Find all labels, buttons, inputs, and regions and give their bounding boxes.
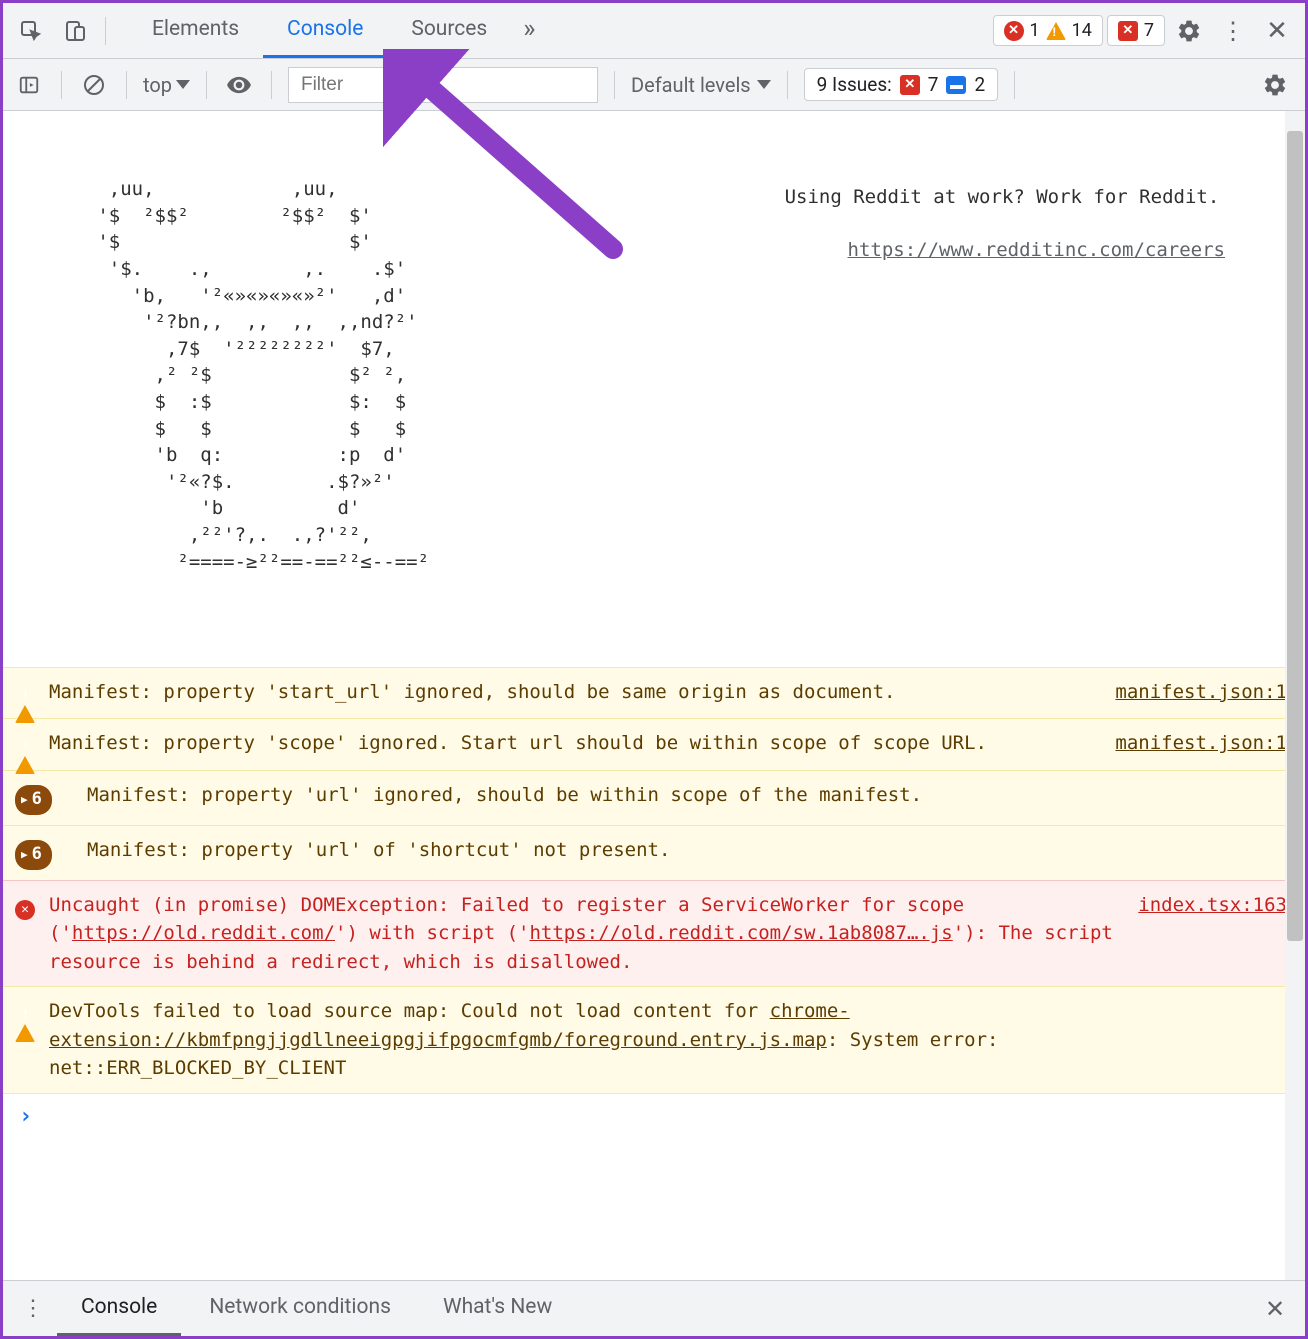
console-prompt[interactable]: › [3,1093,1305,1139]
divider [787,71,788,99]
reddit-careers-link[interactable]: https://www.redditinc.com/careers [848,239,1226,261]
reddit-careers-message: Using Reddit at work? Work for Reddit. h… [779,131,1225,291]
console-toolbar: top Default levels 9 Issues: ✕ 7 ▬ 2 [3,59,1305,111]
kebab-menu-icon[interactable]: ⋮ [1213,11,1253,51]
divider [614,71,615,99]
log-message: DevTools failed to load source map: Coul… [49,997,1287,1083]
tab-console[interactable]: Console [263,3,387,58]
scrollbar-track[interactable] [1285,111,1305,1280]
log-levels-selector[interactable]: Default levels [631,73,771,97]
issues-button[interactable]: 9 Issues: ✕ 7 ▬ 2 [804,68,999,101]
repeat-count-badge[interactable]: 6 [15,840,52,870]
source-link[interactable]: manifest.json:1 [1115,678,1287,709]
divider [271,71,272,99]
log-message: Manifest: property 'url' ignored, should… [87,781,1287,815]
clear-console-icon[interactable] [78,69,110,101]
context-label: top [143,73,172,97]
scrollbar-thumb[interactable] [1287,131,1303,941]
log-warning-row: 6 Manifest: property 'url' ignored, shou… [3,770,1305,825]
scope-link[interactable]: https://old.reddit.com/ [72,922,335,944]
warning-count: 14 [1072,20,1092,41]
settings-icon[interactable] [1169,11,1209,51]
warning-icon [15,734,35,774]
log-warning-row: Manifest: property 'scope' ignored. Star… [3,718,1305,770]
warning-icon [1046,22,1066,40]
sidebar-toggle-icon[interactable] [13,69,45,101]
source-link[interactable]: index.tsx:163 [1138,891,1287,977]
drawer-tab-whats-new[interactable]: What's New [419,1281,576,1336]
error-count: 1 [1030,20,1040,41]
live-expression-icon[interactable] [223,69,255,101]
chevron-down-icon [176,80,190,89]
warning-icon [15,683,35,723]
drawer-tab-network-conditions[interactable]: Network conditions [185,1281,415,1336]
reddit-msg-line1: Using Reddit at work? Work for Reddit. [779,184,1225,211]
log-warning-row: Manifest: property 'start_url' ignored, … [3,667,1305,719]
close-icon[interactable]: ✕ [1257,11,1297,51]
log-warning-row: DevTools failed to load source map: Coul… [3,986,1305,1093]
drawer-close-icon[interactable]: ✕ [1255,1289,1295,1329]
ascii-art-log: ,uu, ,uu, '$ ²$$² ²$$² $' '$ $' '$. ., ,… [3,111,1305,667]
error-icon: ✕ [1118,21,1138,41]
message-icon: ▬ [946,76,966,94]
issues-msg-count: 2 [974,73,985,96]
drawer-menu-icon[interactable]: ⋮ [13,1289,53,1329]
console-body: ,uu, ,uu, '$ ²$$² ²$$² $' '$ $' '$. ., ,… [3,111,1305,1280]
divider [126,71,127,99]
chevron-down-icon [757,80,771,89]
filter-input[interactable] [288,67,598,103]
script-link[interactable]: https://old.reddit.com/sw.1ab8087….js [529,922,952,944]
log-warning-row: 6 Manifest: property 'url' of 'shortcut'… [3,825,1305,880]
prompt-arrow-icon: › [19,1104,32,1129]
drawer-tab-console[interactable]: Console [57,1281,181,1336]
console-settings-icon[interactable] [1255,65,1295,105]
log-message: Manifest: property 'scope' ignored. Star… [49,729,1099,760]
devtools-top-toolbar: Elements Console Sources » ✕ 1 14 ✕ 7 ⋮ … [3,3,1305,59]
error-icon: ✕ [1004,21,1024,41]
levels-label: Default levels [631,73,751,97]
tab-more[interactable]: » [511,3,547,58]
context-selector[interactable]: top [143,73,190,97]
divider [105,17,106,45]
log-error-row: ✕ Uncaught (in promise) DOMException: Fa… [3,880,1305,987]
log-message: Uncaught (in promise) DOMException: Fail… [49,891,1122,977]
issues-label: 9 Issues: [817,73,892,96]
divider [206,71,207,99]
tab-elements[interactable]: Elements [128,3,263,58]
source-link[interactable]: manifest.json:1 [1115,729,1287,760]
log-message: Manifest: property 'start_url' ignored, … [49,678,1099,709]
warning-icon [15,1002,35,1042]
hidden-messages-count[interactable]: ✕ 7 [1107,15,1165,46]
divider [1014,71,1015,99]
device-toggle-icon[interactable] [55,11,95,51]
divider [61,71,62,99]
tab-sources[interactable]: Sources [387,3,511,58]
drawer-toolbar: ⋮ Console Network conditions What's New … [3,1280,1305,1336]
issues-error-count: 7 [928,73,939,96]
error-icon: ✕ [15,900,35,920]
inspect-element-icon[interactable] [11,11,51,51]
error-icon: ✕ [900,75,920,95]
message-count: 7 [1144,20,1154,41]
error-warning-counts[interactable]: ✕ 1 14 [993,15,1103,46]
main-tabs: Elements Console Sources » [128,3,547,58]
repeat-count-badge[interactable]: 6 [15,785,52,815]
log-message: Manifest: property 'url' of 'shortcut' n… [87,836,1287,870]
